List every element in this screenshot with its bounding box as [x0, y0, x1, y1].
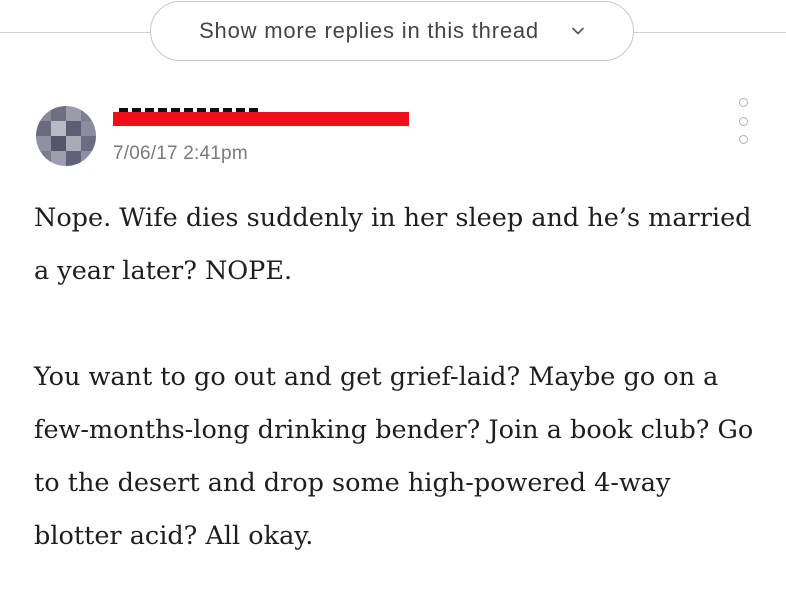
vertical-dots-icon — [738, 135, 748, 144]
show-more-replies-label: Show more replies in this thread — [199, 18, 539, 43]
redaction-bar — [113, 112, 409, 126]
avatar[interactable] — [36, 106, 96, 166]
show-more-replies-button[interactable]: Show more replies in this thread — [150, 1, 634, 61]
thread-divider-right — [632, 32, 786, 33]
chevron-down-icon — [571, 24, 585, 38]
comment-paragraph: You want to go out and get grief-laid? M… — [34, 362, 754, 551]
thread-divider-left — [0, 32, 152, 33]
more-options-button[interactable] — [736, 98, 750, 144]
vertical-dots-icon — [738, 98, 748, 107]
comment-timestamp[interactable]: 7/06/17 2:41pm — [113, 143, 248, 165]
comment-paragraph: Nope. Wife dies suddenly in her sleep an… — [34, 203, 752, 286]
comment-body: Nope. Wife dies suddenly in her sleep an… — [34, 192, 754, 563]
vertical-dots-icon — [738, 116, 748, 126]
username-redacted[interactable] — [113, 106, 409, 126]
